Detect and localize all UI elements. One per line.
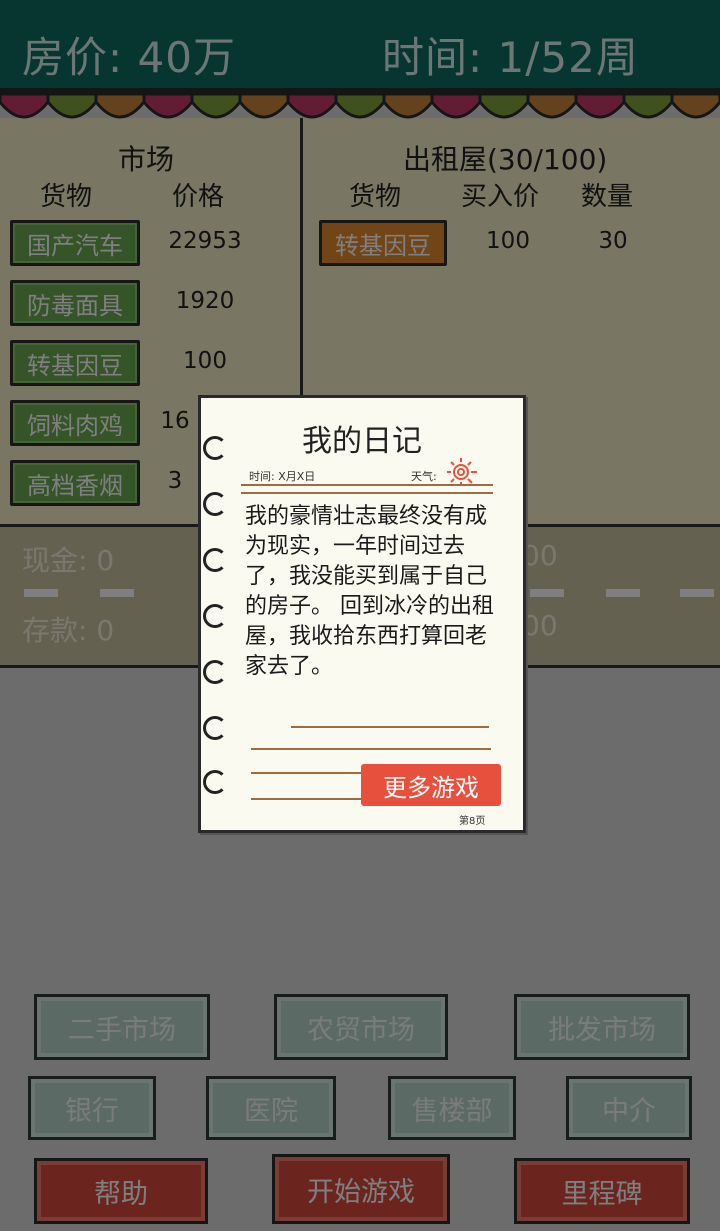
diary-title: 我的日记 — [302, 424, 422, 459]
binder-ring-icon — [203, 604, 227, 628]
binder-ring-icon — [203, 492, 227, 516]
diary-rule — [241, 484, 493, 486]
diary-modal: 我的日记 时间: X月X日 天气: 我的豪情壮志最终没有成为现实，一年时间过去了… — [198, 395, 526, 833]
more-games-button[interactable]: 更多游戏 — [361, 764, 501, 806]
diary-time-label: 时间: X月X日 — [249, 470, 316, 483]
binder-ring-icon — [203, 660, 227, 684]
diary-rule — [251, 748, 491, 750]
binder-ring-icon — [203, 548, 227, 572]
diary-weather-label: 天气: — [411, 470, 437, 483]
diary-body: 我的豪情壮志最终没有成为现实，一年时间过去了，我没能买到属于自己的房子。 回到冰… — [245, 504, 494, 679]
diary-rule — [251, 772, 361, 774]
diary-rule — [241, 492, 493, 494]
diary-page-number: 第8页 — [459, 816, 486, 827]
diary-rule — [291, 726, 489, 728]
binder-ring-icon — [203, 770, 227, 794]
binder-ring-icon — [203, 716, 227, 740]
diary-rule — [251, 798, 361, 800]
binder-ring-icon — [203, 436, 227, 460]
